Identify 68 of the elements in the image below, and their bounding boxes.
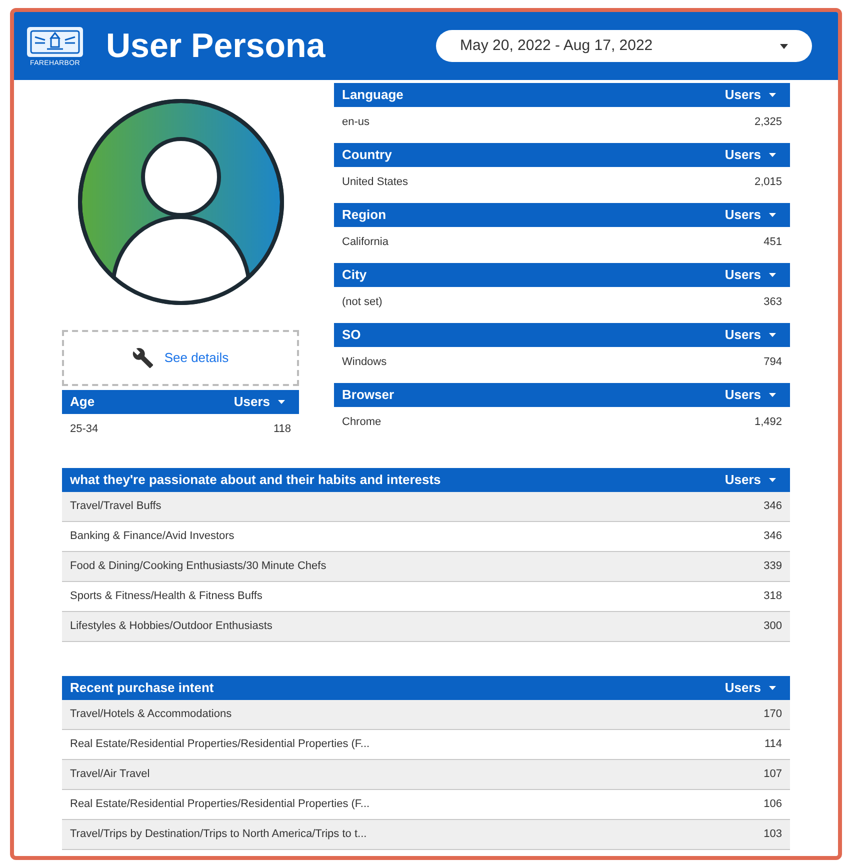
column-header: Recent purchase intent — [70, 679, 214, 698]
sort-column-header[interactable]: Users — [724, 470, 776, 490]
table-cell-text: Lifestyles & Hobbies/Outdoor Enthusiasts — [70, 619, 272, 634]
table-cell-text: 794 — [764, 354, 782, 370]
table-cell-text: 2,325 — [754, 114, 782, 130]
table-cell-text: 318 — [764, 589, 782, 604]
table-cell-text: 114 — [764, 737, 782, 752]
table-cell-text: Sports & Fitness/Health & Fitness Buffs — [70, 589, 262, 604]
sort-caret-icon — [769, 478, 776, 482]
sort-column-header[interactable]: Users — [724, 205, 776, 225]
dropdown-caret-icon — [780, 44, 788, 48]
sort-caret-icon — [769, 273, 776, 277]
sort-column-header[interactable]: Users — [234, 392, 285, 412]
table-cell-text: en-us — [342, 114, 370, 130]
column-header: SO — [342, 326, 361, 344]
table-cell-text: 1,492 — [754, 414, 782, 430]
table-cell-text: Real Estate/Residential Properties/Residential Properties (F... — [70, 737, 370, 752]
column-header: what they're passionate about and their habits and interests — [70, 471, 441, 490]
sort-column-header[interactable]: Users — [724, 145, 776, 165]
column-header: Age — [70, 393, 95, 412]
avatar-icon — [76, 97, 286, 307]
column-header: Language — [342, 86, 404, 104]
table-cell-text: 363 — [764, 294, 782, 310]
table-cell-text: 339 — [764, 559, 782, 574]
sort-caret-icon — [278, 400, 285, 404]
table-cell-text: 346 — [764, 529, 782, 544]
table-cell-text: 25-34 — [70, 422, 98, 437]
sort-caret-icon — [769, 153, 776, 157]
table-cell-text: Travel/Hotels & Accommodations — [70, 707, 232, 722]
table-cell-text: 118 — [273, 422, 291, 437]
table-cell-text: California — [342, 234, 388, 250]
table-cell-text: 170 — [764, 707, 782, 722]
table-cell-text: (not set) — [342, 294, 382, 310]
sort-caret-icon — [769, 93, 776, 97]
logo-icon — [25, 25, 85, 59]
table-cell-text: 107 — [764, 767, 782, 782]
table-cell-text: United States — [342, 174, 408, 190]
table-cell-text: 346 — [764, 499, 782, 514]
sort-column-header[interactable]: Users — [724, 325, 776, 345]
column-header: Browser — [342, 386, 394, 404]
table-cell-text: 451 — [764, 234, 782, 250]
table-cell-text: Chrome — [342, 414, 382, 430]
table-cell-text: 300 — [764, 619, 782, 634]
see-details-link[interactable]: See details — [62, 330, 299, 386]
table-cell-text: Windows — [342, 354, 387, 370]
table-cell-text: 2,015 — [754, 174, 782, 190]
column-header: City — [342, 266, 367, 284]
table-cell-text: Travel/Air Travel — [70, 767, 150, 782]
table-cell-text: Banking & Finance/Avid Investors — [70, 529, 234, 544]
sort-caret-icon — [769, 393, 776, 397]
sort-column-header[interactable]: Users — [724, 85, 776, 105]
page-title: User Persona — [106, 26, 326, 66]
table-cell-text: Travel/Trips by Destination/Trips to North America/Trips to t... — [70, 827, 367, 842]
sort-column-header[interactable]: Users — [724, 385, 776, 405]
table-cell-text: Food & Dining/Cooking Enthusiasts/30 Minute Chefs — [70, 559, 326, 574]
table-cell-text: 103 — [764, 827, 782, 842]
sort-caret-icon — [769, 686, 776, 690]
sort-caret-icon — [769, 333, 776, 337]
sort-column-header[interactable]: Users — [724, 265, 776, 285]
table-cell-text: 106 — [764, 797, 782, 812]
date-range-dropdown[interactable]: May 20, 2022 - Aug 17, 2022 — [436, 30, 812, 62]
column-header: Country — [342, 146, 392, 164]
wrench-icon — [132, 347, 154, 369]
table-cell-text: Real Estate/Residential Properties/Residential Properties (F... — [70, 797, 370, 812]
sort-caret-icon — [769, 213, 776, 217]
column-header: Region — [342, 206, 386, 224]
sort-column-header[interactable]: Users — [724, 678, 776, 698]
table-cell-text: Travel/Travel Buffs — [70, 499, 162, 514]
